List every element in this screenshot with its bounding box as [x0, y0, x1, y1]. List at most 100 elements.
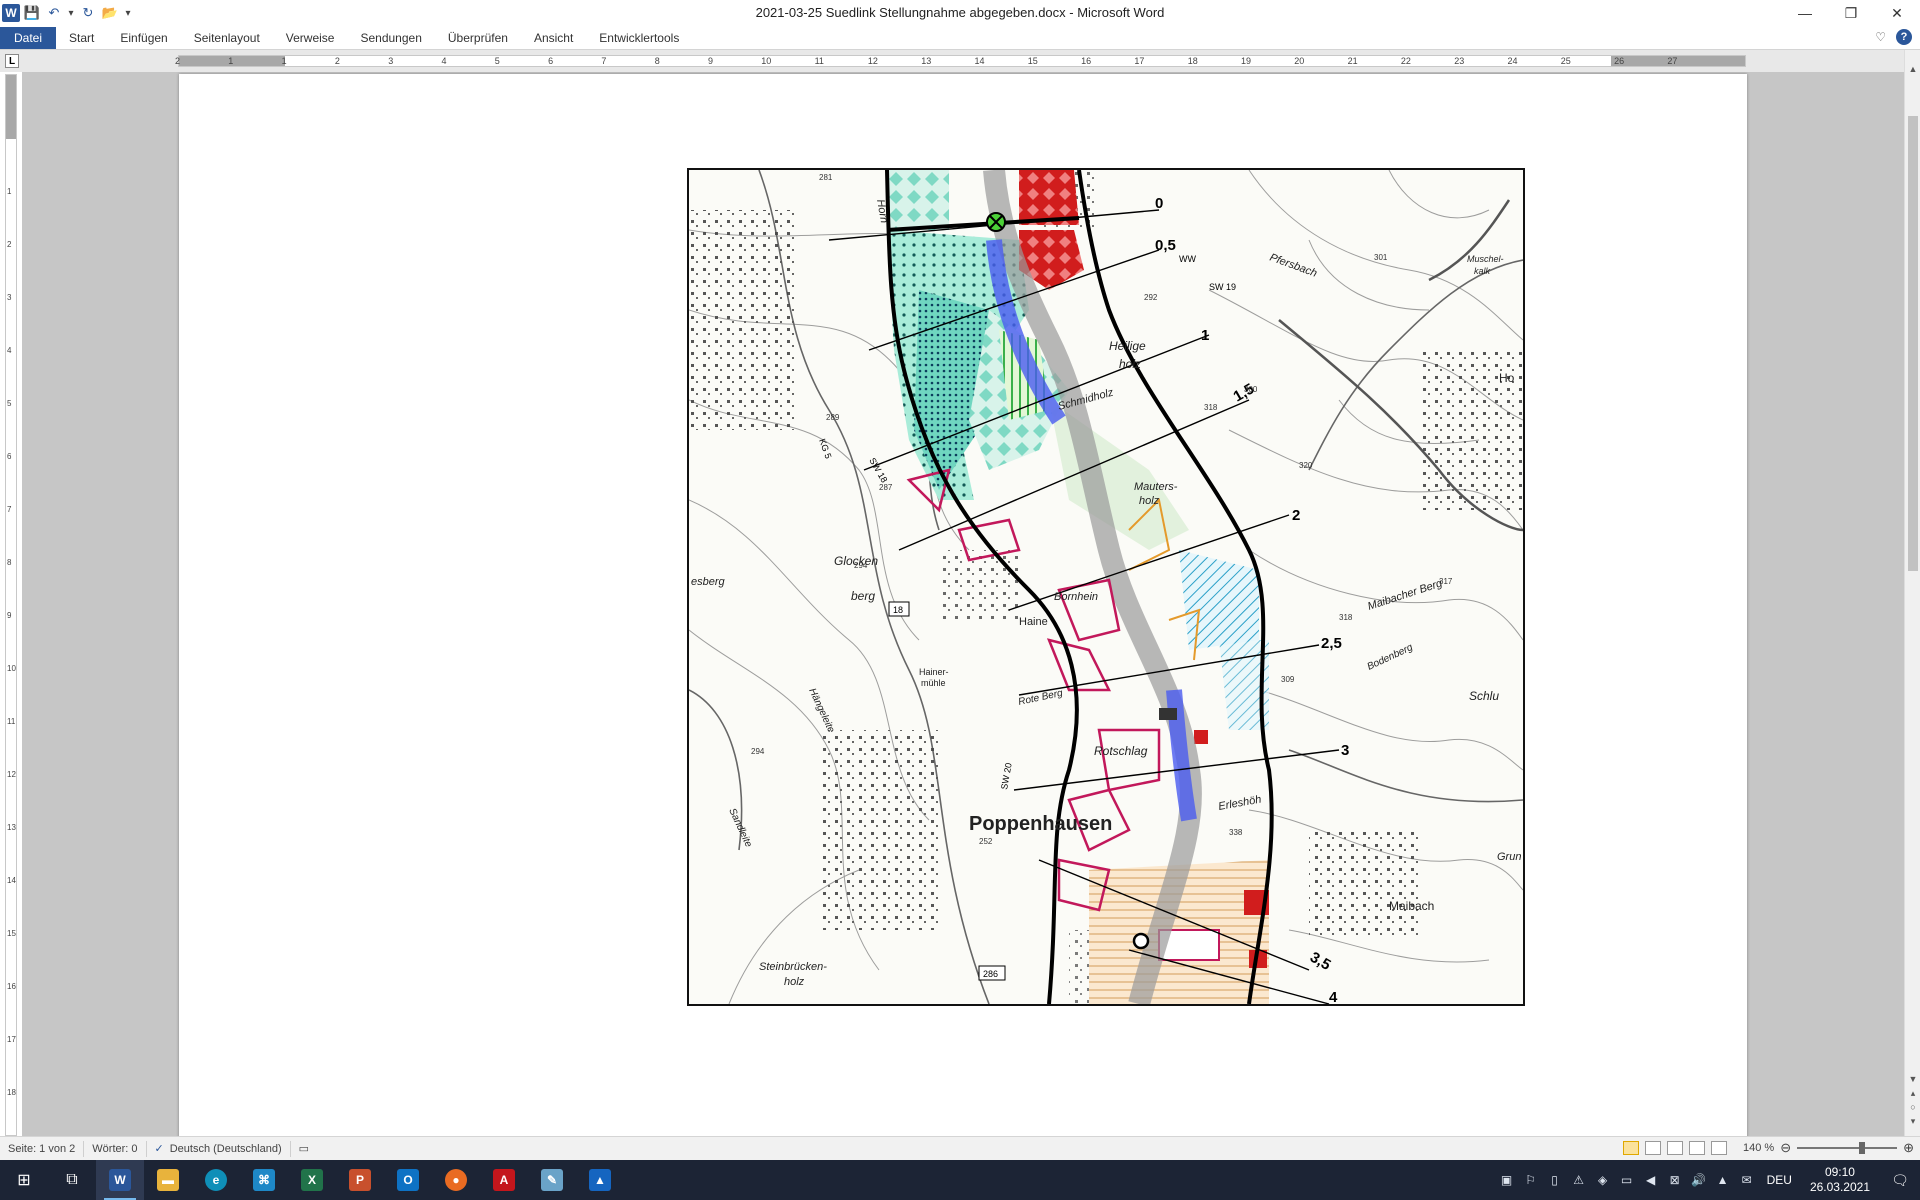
km-label-4: 4	[1329, 989, 1338, 1004]
close-button[interactable]: ✕	[1874, 0, 1920, 26]
taskbar-powerpoint[interactable]: P	[336, 1160, 384, 1200]
tray-media-icon[interactable]: ◀	[1639, 1173, 1663, 1187]
elev-294-b: 294	[751, 747, 765, 756]
ruler-tick: 3	[7, 293, 12, 302]
tab-ueberpruefen[interactable]: Überprüfen	[435, 27, 521, 49]
taskbar-excel[interactable]: X	[288, 1160, 336, 1200]
taskbar-photos[interactable]: ▲	[576, 1160, 624, 1200]
tray-device-icon[interactable]: ▯	[1543, 1173, 1567, 1187]
tab-datei[interactable]: Datei	[0, 26, 57, 49]
taskbar-notepad[interactable]: ✎	[528, 1160, 576, 1200]
zoom-slider-thumb[interactable]	[1859, 1142, 1866, 1154]
start-button[interactable]: ⊞	[0, 1160, 48, 1200]
horizontal-ruler[interactable]: 2 1 1 2 3 4 5 6 7 8 9 10 11 12 13 14 15 16 17 18 19 20 21 22 23 2…	[175, 55, 1746, 67]
tab-sendungen[interactable]: Sendungen	[347, 27, 434, 49]
full-screen-reading-view-button[interactable]	[1644, 1141, 1661, 1155]
draft-view-button[interactable]	[1710, 1141, 1727, 1155]
clock-time: 09:10	[1824, 1165, 1855, 1179]
tray-display-icon[interactable]: ▭	[1615, 1173, 1639, 1187]
tray-pen-icon[interactable]: ▲	[1711, 1173, 1735, 1187]
macro-record-icon[interactable]: ▭	[291, 1141, 317, 1157]
tray-warning-icon[interactable]: ⚠	[1567, 1173, 1591, 1187]
scroll-up-button[interactable]: ▲	[1905, 62, 1920, 76]
language-label: Deutsch (Deutschland)	[169, 1142, 282, 1155]
ribbon-tabs: Datei Start Einfügen Seitenlayout Verwei…	[0, 26, 1920, 50]
windows-start-icon: ⊞	[17, 1172, 31, 1189]
taskbar-network-app[interactable]: ⌘	[240, 1160, 288, 1200]
map-label-rotschlag: Rotschlag	[1094, 744, 1148, 758]
clock[interactable]: 09:10 26.03.2021	[1800, 1165, 1880, 1195]
open-folder-icon[interactable]: 📂	[100, 3, 120, 23]
road-label-286: 286	[983, 969, 998, 979]
map-image[interactable]: Poppenhausen Glocken berg Heilige holz M…	[687, 168, 1525, 1006]
vertical-scrollbar[interactable]: ▲ ▼ ▴ ○ ▾	[1904, 50, 1920, 1136]
ruler-tick: 10	[7, 664, 16, 673]
taskbar-outlook[interactable]: O	[384, 1160, 432, 1200]
scrollbar-thumb[interactable]	[1908, 116, 1918, 571]
zoom-in-button[interactable]: ⊕	[1903, 1140, 1914, 1156]
zoom-level[interactable]: 140 %	[1743, 1142, 1774, 1154]
tray-app-icon[interactable]: ▣	[1495, 1173, 1519, 1187]
scroll-down-button[interactable]: ▼	[1905, 1072, 1920, 1086]
next-page-button[interactable]: ▾	[1905, 1114, 1920, 1128]
task-view-button[interactable]: ⧉	[48, 1160, 96, 1200]
language-indicator[interactable]: ✓ Deutsch (Deutschland)	[147, 1140, 291, 1157]
ruler-tick: 5	[7, 399, 12, 408]
elev-309: 309	[1281, 675, 1295, 684]
zoom-slider[interactable]	[1797, 1142, 1898, 1154]
save-icon[interactable]: 💾	[22, 3, 42, 23]
tray-shield-icon[interactable]: ⊠	[1663, 1173, 1687, 1187]
restore-button[interactable]: ❐	[1828, 0, 1874, 26]
word-app-icon[interactable]: W	[2, 4, 20, 22]
tab-seitenlayout[interactable]: Seitenlayout	[181, 27, 273, 49]
browse-object-button[interactable]: ○	[1905, 1100, 1920, 1114]
redo-icon[interactable]: ↻	[78, 3, 98, 23]
map-label-schlu: Schlu	[1469, 689, 1499, 703]
input-language[interactable]: DEU	[1759, 1173, 1800, 1187]
minimize-button[interactable]: —	[1782, 0, 1828, 26]
volume-icon[interactable]: 🔊	[1687, 1173, 1711, 1187]
ruler-tick: 4	[7, 346, 12, 355]
tab-entwicklertools[interactable]: Entwicklertools	[586, 27, 692, 49]
outline-view-button[interactable]	[1688, 1141, 1705, 1155]
ruler-tick: 11	[814, 56, 824, 66]
map-label-grun: Grun	[1497, 851, 1521, 863]
system-tray: ▣ ⚐ ▯ ⚠ ◈ ▭ ◀ ⊠ 🔊 ▲ ✉ DEU 09:10 26.03.20…	[1495, 1160, 1920, 1200]
tab-ansicht[interactable]: Ansicht	[521, 27, 586, 49]
taskbar-explorer[interactable]: ▬	[144, 1160, 192, 1200]
folder-icon: ▬	[157, 1169, 179, 1191]
tray-mail-icon[interactable]: ✉	[1735, 1173, 1759, 1187]
document-page[interactable]: Poppenhausen Glocken berg Heilige holz M…	[179, 74, 1747, 1136]
help-icon[interactable]: ?	[1896, 29, 1912, 45]
tray-security-icon[interactable]: ◈	[1591, 1173, 1615, 1187]
print-layout-view-button[interactable]	[1622, 1141, 1639, 1155]
taskbar-edge[interactable]: e	[192, 1160, 240, 1200]
document-area[interactable]: Poppenhausen Glocken berg Heilige holz M…	[22, 72, 1904, 1136]
expand-ribbon-icon[interactable]: ♡	[1875, 30, 1886, 44]
ruler-tick: 7	[601, 56, 607, 66]
word-count[interactable]: Wörter: 0	[84, 1140, 147, 1157]
ruler-tick: 6	[7, 452, 12, 461]
web-layout-view-button[interactable]	[1666, 1141, 1683, 1155]
previous-page-button[interactable]: ▴	[1905, 1086, 1920, 1100]
tray-flag-icon[interactable]: ⚐	[1519, 1173, 1543, 1187]
zoom-out-button[interactable]: ⊖	[1780, 1140, 1791, 1156]
page-count[interactable]: Seite: 1 von 2	[0, 1140, 85, 1157]
edge-icon: e	[205, 1169, 227, 1191]
taskbar-firefox[interactable]: ●	[432, 1160, 480, 1200]
taskbar-word[interactable]: W	[96, 1160, 144, 1200]
notifications-icon[interactable]: 🗨	[1880, 1172, 1920, 1189]
undo-icon[interactable]: ↶	[44, 3, 64, 23]
road-label-ww: WW	[1179, 254, 1196, 264]
undo-dropdown-icon[interactable]: ▾	[66, 3, 76, 23]
elev-318-a: 318	[1204, 403, 1218, 412]
tab-verweise[interactable]: Verweise	[273, 27, 348, 49]
tab-einfuegen[interactable]: Einfügen	[107, 27, 180, 49]
ruler-tick: 1	[281, 56, 287, 66]
vertical-ruler[interactable]: 1 2 3 4 5 6 7 8 9 10 11 12 13 14 15 16 17 18	[5, 74, 17, 1136]
tab-selector[interactable]: L	[5, 54, 19, 68]
customize-qat-icon[interactable]: ▾	[122, 3, 134, 23]
tab-start[interactable]: Start	[56, 27, 107, 49]
taskbar-acrobat[interactable]: A	[480, 1160, 528, 1200]
ruler-tick: 26	[1614, 56, 1625, 66]
